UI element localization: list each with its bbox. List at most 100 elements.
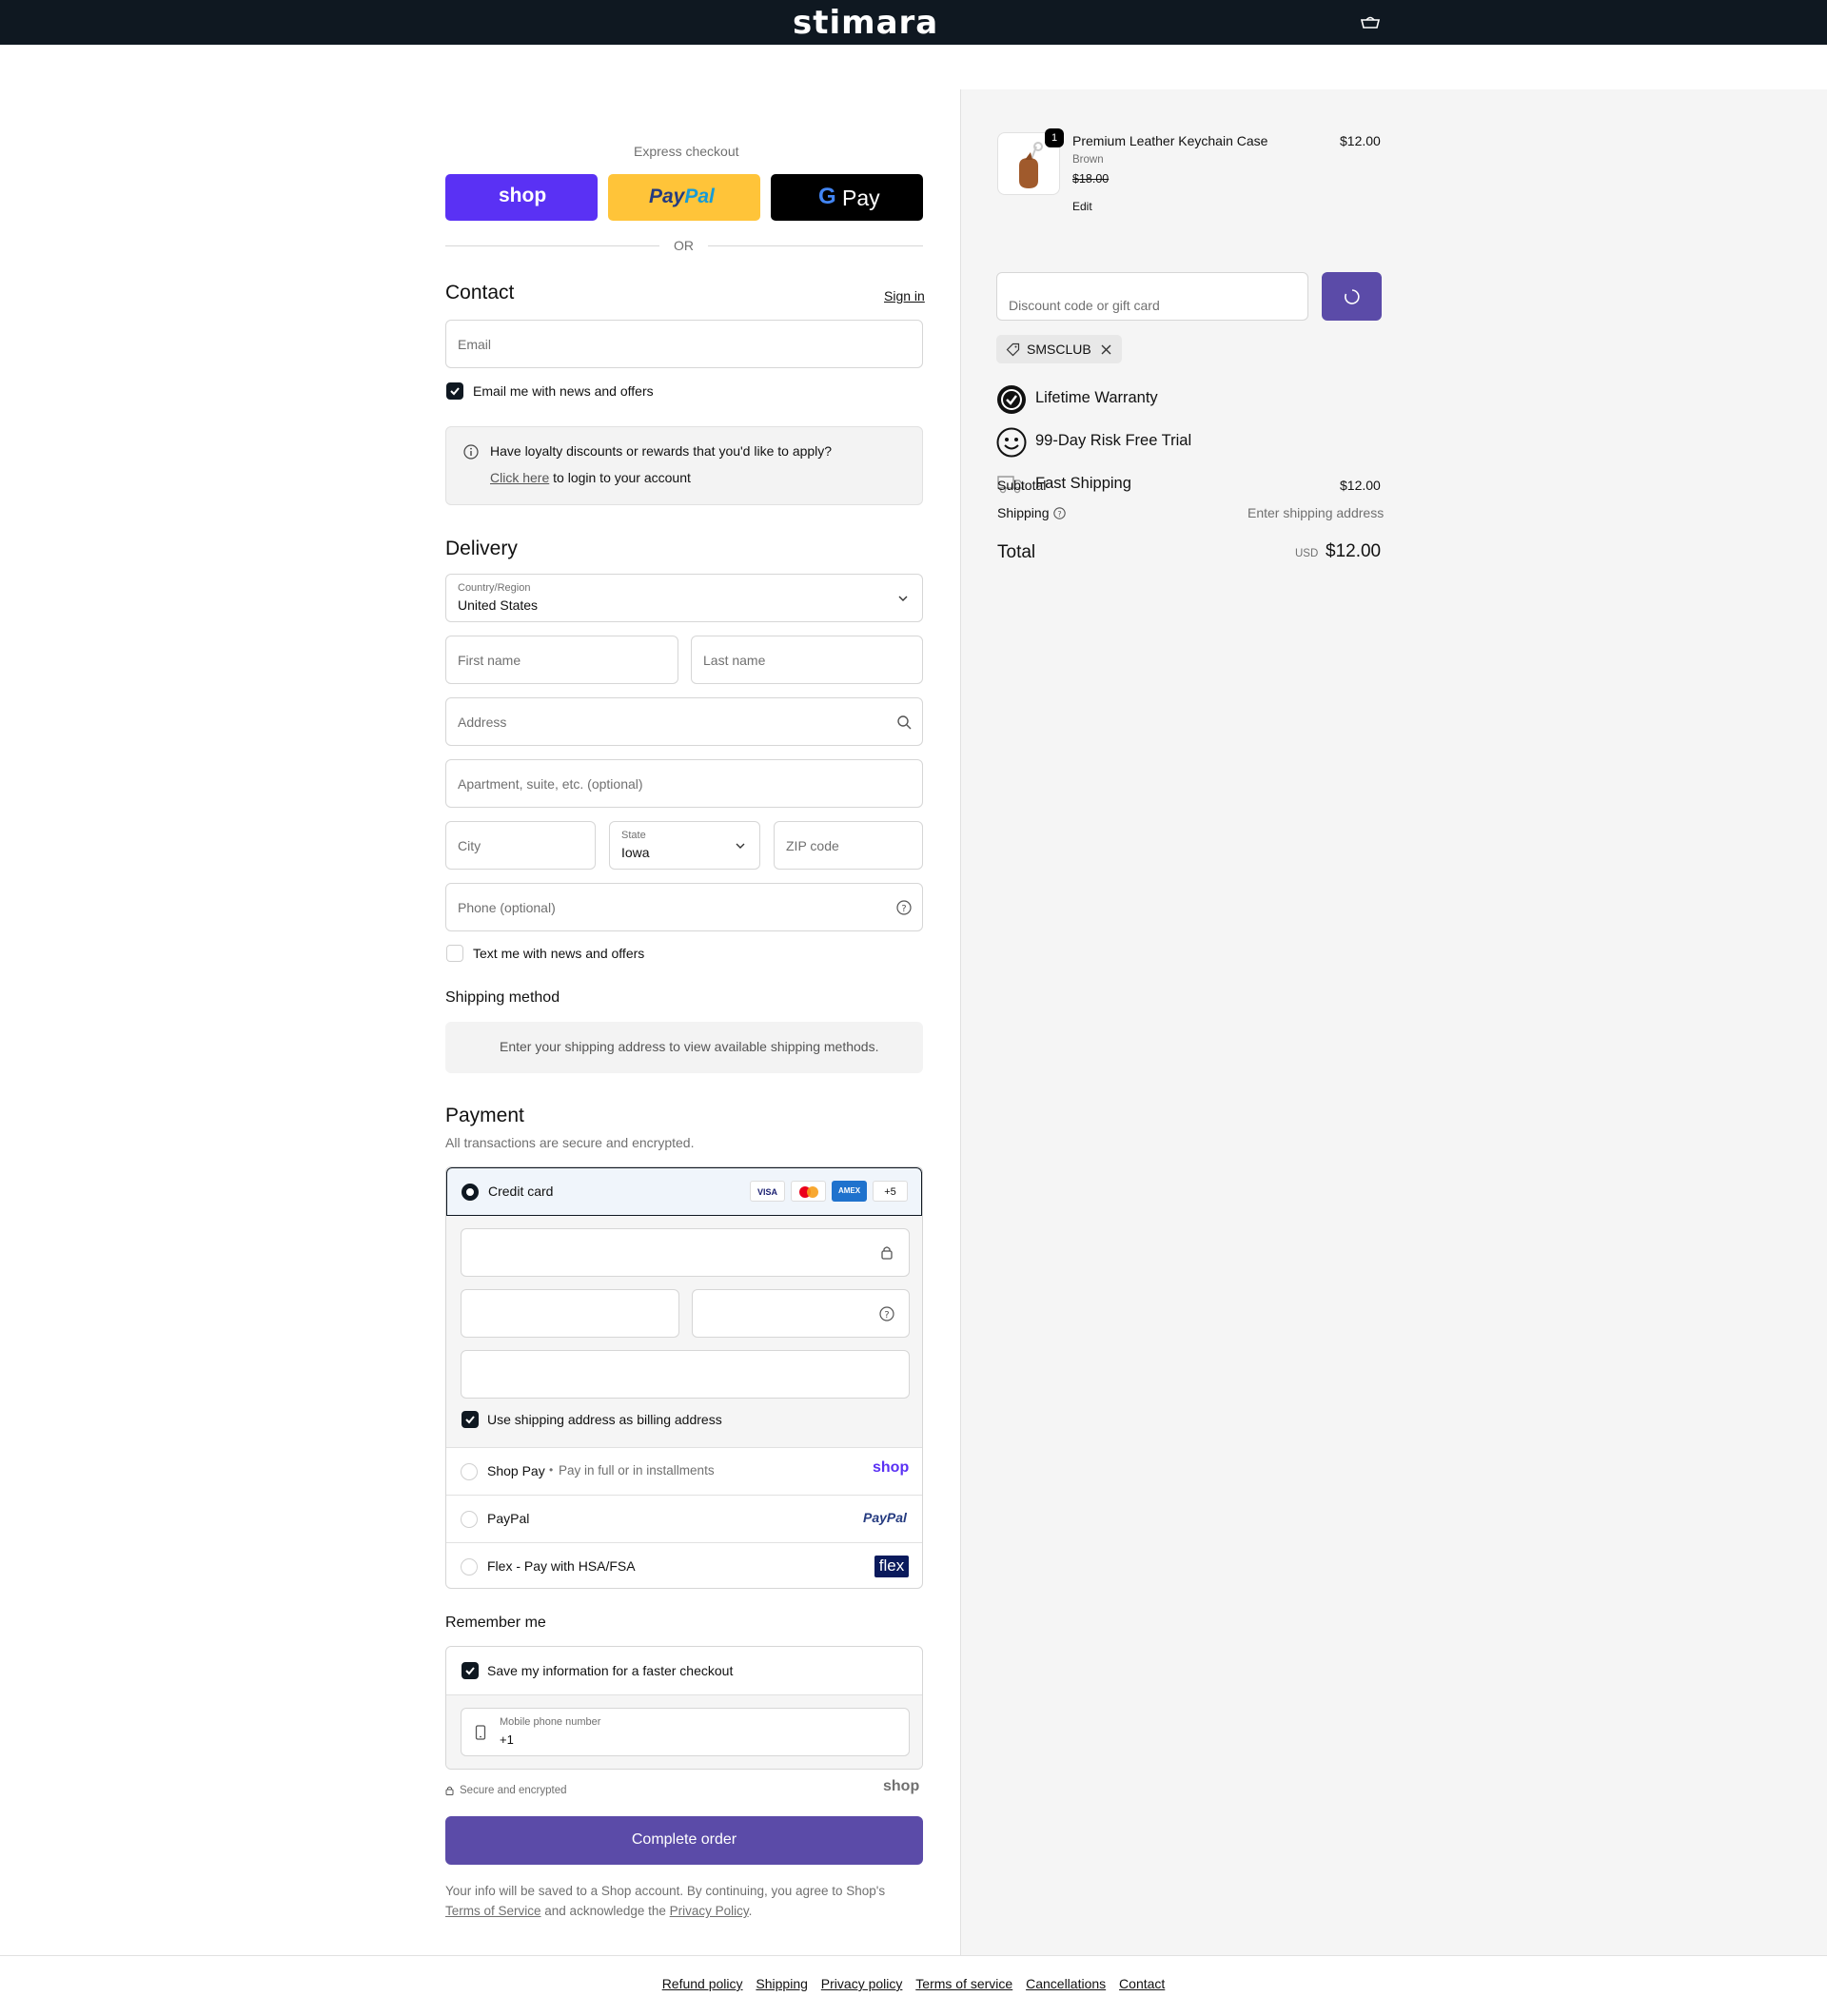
smiley-icon — [996, 427, 1027, 458]
card-number-field[interactable] — [461, 1228, 910, 1277]
or-divider-right — [708, 245, 923, 246]
security-code-field[interactable]: ? — [692, 1289, 910, 1338]
shop-pay-radio[interactable] — [461, 1463, 478, 1480]
payment-methods: Credit card VISA AMEX +5 ? Use shipping … — [445, 1166, 923, 1589]
lock-icon — [445, 1786, 454, 1795]
tag-icon — [1006, 343, 1020, 357]
paypal-radio[interactable] — [461, 1511, 478, 1528]
loyalty-login: Click here to login to your account — [490, 470, 691, 485]
refund-policy-link[interactable]: Refund policy — [662, 1976, 743, 1991]
compare-at-price: $18.00 — [1072, 172, 1110, 186]
country-select[interactable]: Country/Region United States — [445, 574, 923, 622]
phone-field[interactable]: Phone (optional) ? — [445, 883, 923, 931]
perk-lifetime-warranty: Lifetime Warranty — [1035, 389, 1158, 406]
last-name-field[interactable]: Last name — [691, 636, 923, 684]
contact-title: Contact — [445, 282, 515, 303]
svg-text:?: ? — [884, 1310, 889, 1321]
email-news-label: Email me with news and offers — [473, 383, 654, 399]
payment-title: Payment — [445, 1105, 524, 1126]
flex-logo: flex — [874, 1556, 909, 1577]
save-info-label: Save my information for a faster checkou… — [487, 1663, 734, 1678]
flex-option[interactable]: Flex - Pay with HSA/FSA flex — [446, 1542, 922, 1588]
billing-address-checkbox[interactable] — [462, 1411, 479, 1428]
privacy-policy-footer-link[interactable]: Privacy policy — [821, 1976, 903, 1991]
shop-logo: shop — [883, 1778, 920, 1794]
discount-code-field[interactable]: Discount code or gift card — [996, 272, 1308, 321]
lock-icon — [881, 1246, 893, 1260]
email-news-checkbox[interactable] — [446, 382, 463, 400]
discount-code-text: SMSCLUB — [1027, 342, 1091, 357]
credit-card-radio[interactable] — [462, 1184, 479, 1201]
contact-link[interactable]: Contact — [1119, 1976, 1165, 1991]
help-icon[interactable]: ? — [879, 1306, 894, 1321]
expiry-field[interactable] — [461, 1289, 679, 1338]
svg-text:?: ? — [901, 904, 906, 914]
secure-text: Secure and encrypted — [460, 1785, 567, 1796]
paypal-express-button[interactable]: PayPal — [608, 174, 760, 221]
mastercard-icon — [791, 1181, 826, 1202]
shipping-link[interactable]: Shipping — [756, 1976, 808, 1991]
google-g-icon: G — [818, 184, 836, 209]
order-summary-panel — [960, 89, 1827, 1955]
delivery-title: Delivery — [445, 538, 518, 559]
apartment-field[interactable]: Apartment, suite, etc. (optional) — [445, 759, 923, 808]
subtotal-value: $12.00 — [1340, 478, 1381, 493]
state-select[interactable]: State Iowa — [609, 821, 760, 870]
shipping-method-message: Enter your shipping address to view avai… — [500, 1039, 879, 1054]
store-logo[interactable]: stimara — [793, 4, 938, 42]
product-price: $12.00 — [1340, 133, 1381, 148]
chevron-down-icon — [898, 596, 908, 601]
shop-pay-express-button[interactable]: shop — [445, 174, 598, 221]
paypal-option[interactable]: PayPal PayPal — [446, 1495, 922, 1542]
product-variant: Brown — [1072, 154, 1104, 166]
save-info-checkbox[interactable] — [462, 1662, 479, 1679]
text-news-checkbox[interactable] — [446, 945, 463, 962]
edit-link[interactable]: Edit — [1072, 200, 1092, 213]
cart-icon[interactable] — [1360, 14, 1381, 29]
complete-order-label: Complete order — [631, 1831, 737, 1848]
help-icon[interactable]: ? — [896, 900, 912, 915]
remember-me-box: Save my information for a faster checkou… — [445, 1646, 923, 1770]
remove-discount-icon[interactable] — [1101, 344, 1111, 355]
loading-spinner-icon — [1345, 289, 1360, 304]
zip-field[interactable]: ZIP code — [774, 821, 923, 870]
google-pay-express-button[interactable]: G Pay — [771, 174, 923, 221]
total-value: $12.00 — [1326, 541, 1382, 561]
total-currency: USD — [1295, 548, 1319, 559]
discount-tag: SMSCLUB — [996, 335, 1122, 363]
search-icon — [897, 715, 912, 730]
shipping-method-title: Shipping method — [445, 989, 560, 1006]
email-field[interactable]: Email — [445, 320, 923, 368]
amex-icon: AMEX — [832, 1181, 867, 1202]
mobile-phone-field[interactable]: Mobile phone number +1 — [461, 1708, 910, 1756]
perk-risk-free-trial: 99-Day Risk Free Trial — [1035, 432, 1192, 449]
express-checkout-label: Express checkout — [634, 144, 739, 159]
sign-in-link[interactable]: Sign in — [884, 288, 925, 303]
apply-discount-button[interactable] — [1322, 272, 1382, 321]
top-bar: stimara — [0, 0, 1827, 45]
quantity-badge: 1 — [1045, 128, 1064, 147]
cancellations-link[interactable]: Cancellations — [1026, 1976, 1106, 1991]
warranty-badge-icon — [997, 385, 1026, 414]
more-cards-badge: +5 — [873, 1181, 908, 1202]
shop-pay-option[interactable]: Shop Pay • Pay in full or in installment… — [446, 1447, 922, 1495]
country-value: United States — [458, 597, 539, 613]
shop-pay-logo: shop — [499, 185, 547, 206]
address-field[interactable]: Address — [445, 697, 923, 746]
terms-of-service-footer-link[interactable]: Terms of service — [915, 1976, 1012, 1991]
mobile-value: +1 — [500, 1732, 514, 1747]
flex-radio[interactable] — [461, 1558, 478, 1576]
help-icon[interactable]: ? — [1053, 507, 1066, 519]
privacy-policy-link[interactable]: Privacy Policy — [670, 1904, 749, 1918]
city-field[interactable]: City — [445, 821, 596, 870]
loyalty-click-here-link[interactable]: Click here — [490, 470, 549, 485]
card-details-area: ? Use shipping address as billing addres… — [446, 1216, 922, 1447]
credit-card-option[interactable]: Credit card VISA AMEX +5 — [446, 1167, 922, 1216]
name-on-card-field[interactable] — [461, 1350, 910, 1399]
terms-of-service-link[interactable]: Terms of Service — [445, 1904, 541, 1918]
complete-order-button[interactable]: Complete order — [445, 1816, 923, 1865]
or-divider-text: OR — [674, 238, 694, 253]
state-value: Iowa — [621, 845, 650, 860]
first-name-field[interactable]: First name — [445, 636, 678, 684]
mobile-label: Mobile phone number — [500, 1716, 601, 1728]
